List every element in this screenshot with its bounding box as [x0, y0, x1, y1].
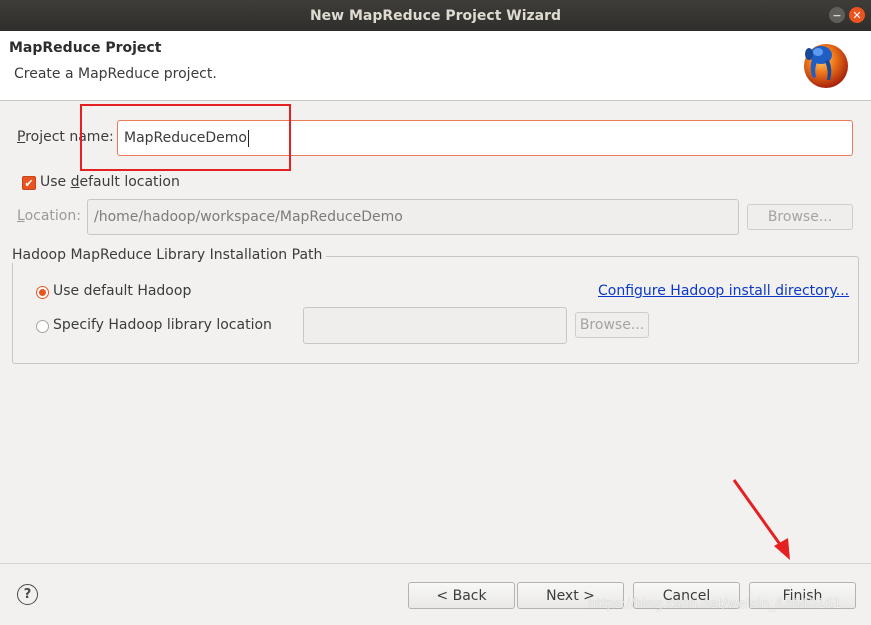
use-default-location-checkbox[interactable]: ✔: [22, 176, 36, 190]
annotation-highlight-box: [80, 104, 291, 171]
page-description: Create a MapReduce project.: [14, 66, 217, 82]
location-label: Location:: [17, 208, 81, 224]
hadoop-browse-button[interactable]: Browse...: [575, 312, 649, 338]
hadoop-library-group-title: Hadoop MapReduce Library Installation Pa…: [12, 247, 327, 263]
specify-hadoop-location-label[interactable]: Specify Hadoop library location: [53, 317, 272, 333]
location-input[interactable]: /home/hadoop/workspace/MapReduceDemo: [87, 199, 739, 235]
back-button[interactable]: < Back: [408, 582, 515, 609]
minimize-icon: −: [832, 8, 842, 22]
page-title: MapReduce Project: [9, 40, 162, 56]
close-button[interactable]: ✕: [849, 7, 865, 23]
close-icon: ✕: [852, 8, 862, 22]
specify-hadoop-location-radio[interactable]: [36, 320, 49, 333]
window-titlebar: New MapReduce Project Wizard − ✕: [0, 0, 871, 31]
use-default-location-label[interactable]: Use default location: [40, 174, 180, 190]
window-title: New MapReduce Project Wizard: [309, 7, 562, 24]
hadoop-library-path-input[interactable]: [303, 307, 567, 344]
annotation-arrow-icon: [732, 479, 790, 560]
configure-hadoop-link[interactable]: Configure Hadoop install directory...: [598, 283, 849, 299]
use-default-hadoop-label[interactable]: Use default Hadoop: [53, 283, 191, 299]
wizard-header: MapReduce Project Create a MapReduce pro…: [0, 31, 871, 101]
hadoop-elephant-logo-icon: [804, 44, 848, 88]
watermark-text: https://blog.csdn.net/weixin_43640161: [588, 597, 842, 612]
checkmark-icon: ✔: [24, 176, 34, 190]
help-icon[interactable]: ?: [17, 584, 38, 605]
location-value: /home/hadoop/workspace/MapReduceDemo: [94, 209, 403, 225]
use-default-hadoop-radio[interactable]: [36, 286, 49, 299]
location-browse-button[interactable]: Browse...: [747, 204, 853, 230]
minimize-button[interactable]: −: [829, 7, 845, 23]
